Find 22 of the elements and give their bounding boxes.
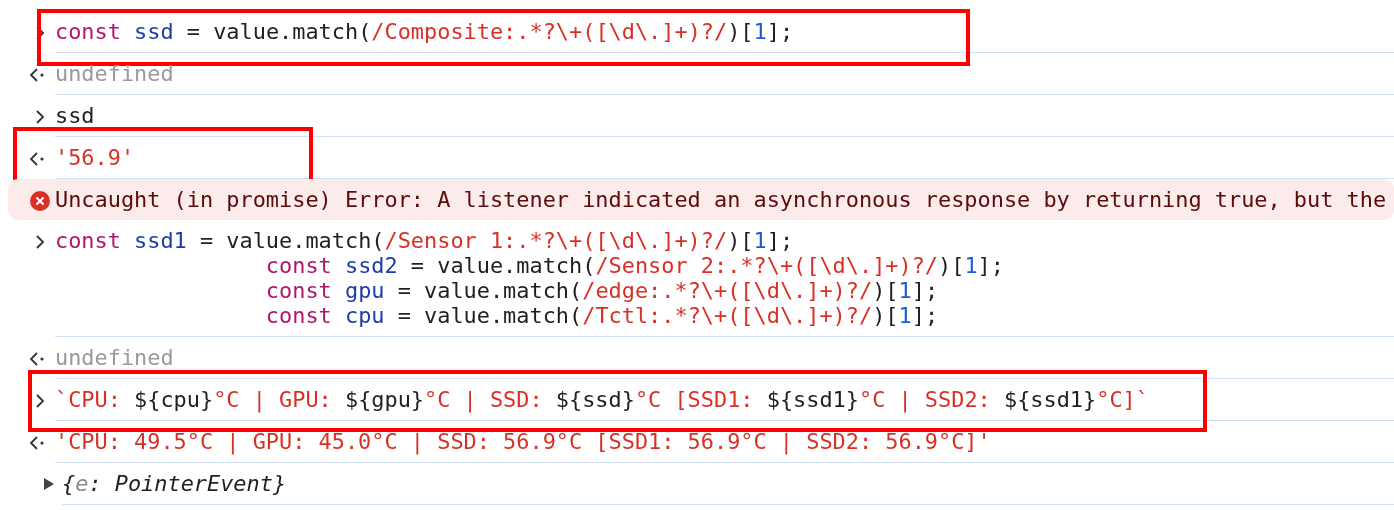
chevron-icon: [35, 110, 45, 124]
code-line: const ssd1 = value.match(/Sensor 1:.*?\+([\d\.]+)?/)[1];: [55, 228, 794, 253]
expand-triangle-icon[interactable]: [42, 477, 56, 491]
return-arrow-icon: [29, 152, 45, 166]
chevron-icon: [35, 394, 45, 408]
code-line: const ssd2 = value.match(/Sensor 2:.*?\+([\d\.]+)?/)[1];: [264, 253, 1004, 278]
code-line: const ssd = value.match(/Composite:.*?\+([\d\.]+)?/)[1];: [55, 19, 794, 44]
error-icon: [30, 191, 50, 211]
code-line: const cpu = value.match(/Tctl:.*?\+([\d\.]+)?/)[1];: [264, 303, 939, 328]
return-arrow-icon: [29, 436, 45, 450]
code-line: ssd: [55, 103, 95, 128]
return-arrow-icon: [29, 352, 45, 366]
error-message: Uncaught (in promise) Error: A listener indicated an asynchronous response by returning true, but the: [55, 187, 1387, 212]
code-line: const gpu = value.match(/edge:.*?\+([\d\.]+)?/)[1];: [264, 278, 939, 303]
chevron-icon: [35, 235, 45, 249]
return-arrow-icon: [29, 68, 45, 82]
result-value: '56.9': [55, 145, 135, 170]
result-value: undefined: [55, 345, 174, 370]
result-value: 'CPU: 49.5°C | GPU: 45.0°C | SSD: 56.9°C [SSD1: 56.9°C | SSD2: 56.9°C]': [55, 429, 991, 454]
object-preview[interactable]: {e: PointerEvent}: [62, 471, 287, 496]
result-value: undefined: [55, 61, 174, 86]
code-line: `CPU: ${cpu}°C | GPU: ${gpu}°C | SSD: ${ssd}°C [SSD1: ${ssd1}°C | SSD2: ${ssd1}°C]`: [55, 387, 1149, 412]
